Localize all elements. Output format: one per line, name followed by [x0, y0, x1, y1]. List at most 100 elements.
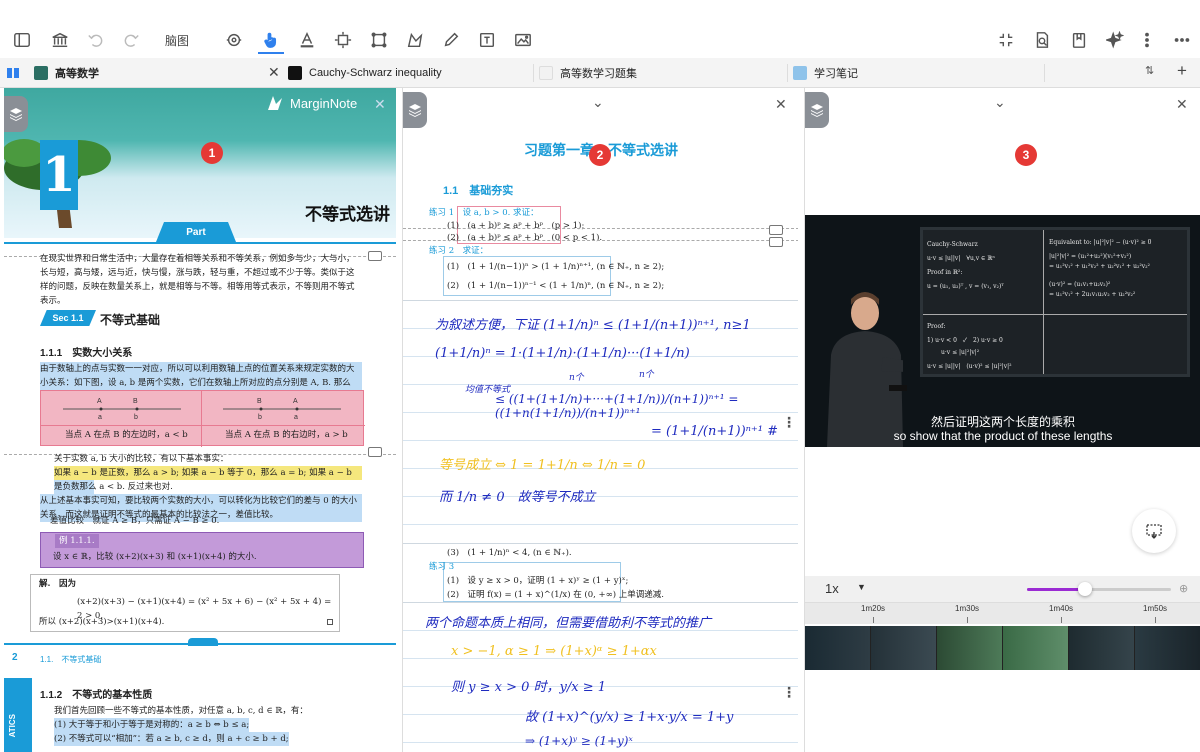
- panel-number-badge: 3: [1015, 144, 1037, 166]
- note-link-icon[interactable]: [368, 251, 382, 261]
- playback-controls: 1x ▼ ⊕: [805, 576, 1200, 602]
- subsection-heading: 1.1.1 实数大小关系: [40, 348, 133, 359]
- example-title: 例 1.1.1.: [55, 534, 99, 548]
- svg-text:a: a: [98, 414, 102, 421]
- property-2[interactable]: (2) 不等式可以“相加”：若 a ≥ b, c ≥ d，则 a + c ≥ b…: [54, 732, 289, 746]
- document-tab-bar: 高等数学 ✕ Cauchy-Schwarz inequality 高等数学习题集…: [0, 58, 1200, 88]
- playback-speed-button[interactable]: 1x: [825, 581, 839, 596]
- qed-box-icon: [327, 619, 333, 625]
- ai-sparkle-icon[interactable]: [1105, 30, 1125, 50]
- playback-slider-knob[interactable]: [1077, 582, 1092, 596]
- note-link-icon[interactable]: [769, 225, 783, 235]
- video-timeline[interactable]: 1m20s 1m30s 1m40s 1m50s: [805, 602, 1200, 624]
- zoom-in-icon[interactable]: ⊕: [1179, 582, 1188, 595]
- text-highlight-icon[interactable]: [297, 30, 317, 50]
- tab-cauchy-schwarz[interactable]: Cauchy-Schwarz inequality: [288, 58, 442, 88]
- close-panel-icon[interactable]: ✕: [1176, 96, 1188, 113]
- svg-text:b: b: [258, 414, 262, 421]
- tab-gaodeng-shuxue[interactable]: 高等数学: [34, 58, 99, 88]
- notebook-icon: [793, 66, 807, 80]
- properties-intro: 我们首先回顾一些不等式的基本性质，对任意 a, b, c, d ∈ ℝ，有：: [54, 706, 308, 716]
- handwriting-underbrace: n个: [569, 373, 584, 383]
- bookmark-icon[interactable]: [1069, 30, 1089, 50]
- page-number: 2: [12, 652, 18, 663]
- video-thumbnail[interactable]: [805, 626, 871, 670]
- layers-button[interactable]: [805, 92, 829, 128]
- svg-text:b: b: [134, 414, 138, 421]
- close-panel-icon[interactable]: ✕: [775, 96, 787, 113]
- handwriting-line-10: 故 (1+x)^(y/x) ≥ 1+x·y/x = 1+y: [525, 710, 734, 725]
- active-tool-indicator: [258, 52, 284, 54]
- lasso-icon[interactable]: [224, 30, 244, 50]
- note-link-icon[interactable]: [769, 237, 783, 247]
- video-thumbnail[interactable]: [937, 626, 1003, 670]
- mindmap-button[interactable]: 脑图: [165, 32, 189, 49]
- sidebar-icon[interactable]: [12, 30, 32, 50]
- highlighted-paragraph[interactable]: 由于数轴上的点与实数一一对应，所以可以利用数轴上点的位置关系来规定实数的大小关系…: [40, 362, 362, 390]
- timeline-label: 1m20s: [861, 604, 886, 613]
- board-text: u·v ≤ |u||v| (u·v)² ≤ |u|²|v|²: [927, 363, 1012, 370]
- tab-label: 学习笔记: [814, 68, 858, 80]
- number-line-figure[interactable]: A B a b B A b a 当点 A 在点 B 的左边时，a < b 当点 A 在点…: [40, 390, 365, 447]
- more-vertical-icon[interactable]: ⋮: [782, 684, 796, 701]
- video-thumbnail[interactable]: [1003, 626, 1069, 670]
- image-icon[interactable]: [513, 30, 533, 50]
- playback-slider[interactable]: [1027, 582, 1171, 596]
- exercise-2-part-1: (1) (1 + 1/(n−1))ⁿ > (1 + 1/n)ⁿ⁺¹, (n ∈ …: [447, 262, 665, 272]
- tab-study-notes[interactable]: 学习笔记: [793, 58, 858, 88]
- undo-icon[interactable]: [86, 30, 106, 50]
- tab-label: 高等数学: [55, 68, 99, 80]
- more-vertical-icon[interactable]: [1137, 30, 1157, 50]
- pointer-hand-icon[interactable]: [261, 30, 281, 50]
- pen-icon[interactable]: [441, 30, 461, 50]
- handwriting-line-3: ≤ ((1+(1+1/n)+···+(1+1/n))/(n+1))ⁿ⁺¹ = (…: [495, 392, 739, 420]
- facts-intro: 关于实数 a, b 大小的比较，有以下基本事实：: [54, 454, 229, 464]
- rect-select-icon[interactable]: [369, 30, 389, 50]
- clicker-remote: [889, 385, 907, 391]
- textbox-icon[interactable]: [477, 30, 497, 50]
- add-tab-icon[interactable]: +: [1177, 61, 1187, 81]
- handwriting-line-11: ⇒ (1+x)ʸ ≥ (1+y)ˣ: [525, 734, 633, 748]
- fullscreen-exit-icon[interactable]: [996, 30, 1016, 50]
- video-thumb-icon: [288, 66, 302, 80]
- section-title: 不等式基础: [100, 313, 161, 327]
- board-text: u = (u₁, u₂)ᵀ , v = (v₁, v₂)ᵀ: [927, 283, 1004, 290]
- example-text: 设 x ∈ ℝ，比较 (x+2)(x+3) 和 (x+1)(x+4) 的大小.: [53, 552, 257, 562]
- video-thumbnail[interactable]: [1069, 626, 1135, 670]
- speed-dropdown-icon[interactable]: ▼: [857, 582, 866, 592]
- solution-box[interactable]: 解. 因为 (x+2)(x+3) − (x+1)(x+4) = (x² + 5x…: [30, 574, 340, 632]
- chevron-down-icon[interactable]: ⌄: [592, 94, 604, 111]
- video-thumbnail[interactable]: [871, 626, 937, 670]
- chevron-down-icon[interactable]: ⌄: [994, 94, 1006, 111]
- handwritten-note-area[interactable]: [403, 300, 798, 544]
- screenshot-button[interactable]: [1132, 509, 1176, 553]
- video-thumbnail-strip[interactable]: [805, 626, 1200, 670]
- more-vertical-icon[interactable]: ⋮: [782, 414, 796, 431]
- marginnote-logo: MarginNote: [266, 94, 357, 112]
- layers-button[interactable]: [403, 92, 427, 128]
- more-horizontal-icon[interactable]: [1172, 30, 1192, 50]
- highlighted-facts[interactable]: 如果 a − b 是正数，那么 a > b; 如果 a − b 等于 0，那么 …: [54, 466, 362, 494]
- search-doc-icon[interactable]: [1032, 30, 1052, 50]
- redo-icon[interactable]: [121, 30, 141, 50]
- handwriting-line-7: 两个命题本质上相同，但需要借助利不等式的推广: [425, 616, 712, 631]
- video-player[interactable]: Cauchy-Schwarz u·v ≤ |u||v| ∀u,v ∈ ℝⁿ Pr…: [805, 215, 1200, 447]
- sort-arrows-icon[interactable]: ⇅: [1145, 64, 1154, 77]
- video-thumbnail[interactable]: [1135, 626, 1200, 670]
- handwriting-line-4: = (1+1/(n+1))ⁿ⁺¹ #: [651, 424, 779, 439]
- library-icon[interactable]: [50, 30, 70, 50]
- example-box[interactable]: 例 1.1.1. 设 x ∈ ℝ，比较 (x+2)(x+3) 和 (x+1)(x…: [40, 532, 364, 568]
- property-1[interactable]: (1) 大于等于和小于等于是对称的：a ≥ b ⇔ b ≤ a;: [54, 718, 250, 732]
- close-panel-icon[interactable]: ✕: [374, 96, 386, 113]
- crop-select-icon[interactable]: [333, 30, 353, 50]
- note-link-icon[interactable]: [368, 447, 382, 457]
- timeline-label: 1m30s: [955, 604, 980, 613]
- board-text: Proof:: [927, 323, 946, 330]
- split-view-icon[interactable]: [6, 58, 20, 88]
- layers-button[interactable]: [4, 96, 28, 132]
- blackboard: Cauchy-Schwarz u·v ≤ |u||v| ∀u,v ∈ ℝⁿ Pr…: [920, 227, 1190, 377]
- close-tab-icon[interactable]: ✕: [268, 64, 280, 81]
- solution-label: 解. 因为: [39, 579, 76, 589]
- tab-exercise-book[interactable]: 高等数学习题集: [539, 58, 637, 88]
- shape-icon[interactable]: [405, 30, 425, 50]
